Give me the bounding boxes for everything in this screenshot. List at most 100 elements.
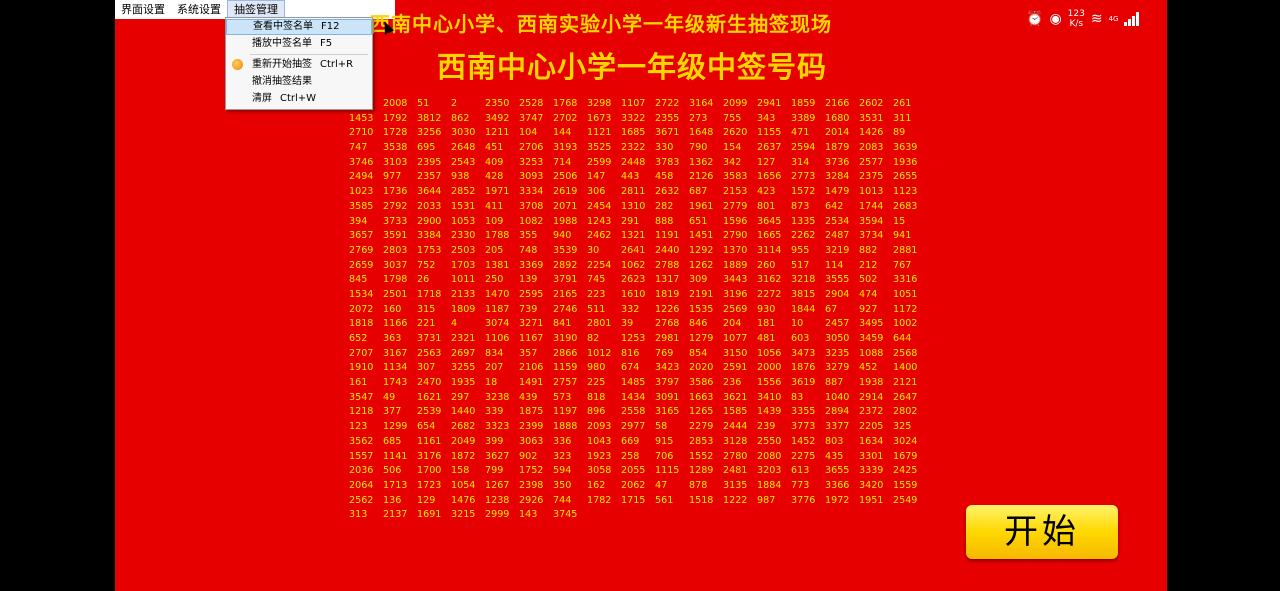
winning-number: 846 (689, 318, 708, 330)
winning-number: 3063 (519, 435, 544, 447)
winning-number: 3193 (553, 142, 578, 154)
winning-number: 3708 (519, 200, 544, 212)
menu-interface-settings[interactable]: 界面设置 (115, 0, 171, 19)
winning-number: 1317 (655, 274, 680, 286)
winning-number: 573 (553, 391, 572, 403)
winning-number: 411 (485, 200, 504, 212)
winning-number: 1910 (349, 362, 374, 374)
start-button[interactable]: 开始 (966, 505, 1118, 559)
winning-number: 161 (349, 377, 368, 389)
winning-number: 3657 (349, 230, 374, 242)
winning-number: 1243 (587, 215, 612, 227)
winning-number: 1557 (349, 450, 374, 462)
network-type: 4G (1108, 15, 1119, 23)
winning-number: 471 (791, 127, 810, 139)
winning-number: 1012 (587, 347, 612, 359)
winning-number: 3322 (621, 112, 646, 124)
menu-item-play-winners[interactable]: 播放中签名单 F5 (226, 36, 372, 52)
winning-number: 1452 (791, 435, 816, 447)
winning-number: 3298 (587, 98, 612, 109)
winning-number: 3443 (723, 274, 748, 286)
winning-number: 3301 (859, 450, 884, 462)
winning-number: 330 (655, 142, 674, 154)
winning-number: 1292 (689, 244, 714, 256)
winning-number: 1491 (519, 377, 544, 389)
winning-number: 2746 (553, 303, 578, 315)
winning-number: 409 (485, 156, 504, 168)
winning-number: 1634 (859, 435, 884, 447)
winning-number: 517 (791, 259, 810, 271)
winning-number: 1691 (417, 509, 442, 521)
winning-number: 3196 (723, 288, 748, 300)
winning-number: 1013 (859, 186, 884, 198)
menu-item-restart-draw[interactable]: 重新开始抽签 Ctrl+R (226, 57, 372, 73)
refresh-icon (232, 59, 243, 70)
winning-number: 2375 (859, 171, 884, 183)
winning-number: 1218 (349, 406, 374, 418)
winning-number: 323 (553, 450, 572, 462)
winning-number: 3671 (655, 127, 680, 139)
winning-number: 2093 (587, 421, 612, 433)
winning-number: 773 (791, 479, 810, 491)
winning-number: 2702 (553, 112, 578, 124)
winning-number: 452 (859, 362, 878, 374)
winning-number: 1040 (825, 391, 850, 403)
winning-number: 2892 (553, 259, 578, 271)
winning-number: 2773 (791, 171, 816, 183)
winning-number: 2659 (349, 259, 374, 271)
winning-number: 1723 (417, 479, 442, 491)
winning-number: 1238 (485, 494, 510, 506)
winning-number: 2008 (383, 98, 408, 109)
winning-number: 651 (689, 215, 708, 227)
winning-number: 2528 (519, 98, 544, 109)
winning-number: 3235 (825, 347, 850, 359)
winning-number: 603 (791, 333, 810, 344)
winning-number: 1476 (451, 494, 476, 506)
winning-number: 955 (791, 244, 810, 256)
winning-number: 2372 (859, 406, 884, 418)
winning-number: 3366 (825, 479, 850, 491)
winning-number: 987 (757, 494, 776, 506)
winning-number: 1335 (791, 215, 816, 227)
winning-number: 2549 (893, 494, 918, 506)
winning-number: 309 (689, 274, 708, 286)
winning-number: 687 (689, 186, 708, 198)
menu-system-settings[interactable]: 系统设置 (171, 0, 227, 19)
winning-number: 1289 (689, 465, 714, 477)
menu-item-undo-result[interactable]: 撤消抽签结果 (226, 74, 372, 90)
menu-item-view-winners[interactable]: 查看中签名单 F12 (226, 19, 372, 35)
winning-number: 1715 (621, 494, 646, 506)
winning-number: 2594 (791, 142, 816, 154)
winning-number: 1155 (757, 127, 782, 139)
winning-number: 2494 (349, 171, 374, 183)
winning-number: 2881 (893, 244, 918, 256)
winning-number: 1819 (655, 288, 680, 300)
winning-number: 767 (893, 259, 912, 271)
winning-number: 2683 (893, 200, 918, 212)
winning-number: 3058 (587, 465, 612, 477)
winning-number: 2036 (349, 465, 374, 477)
winning-number: 714 (553, 156, 572, 168)
winning-number: 3539 (553, 244, 578, 256)
winning-number: 644 (893, 333, 912, 344)
winning-number: 127 (757, 156, 776, 168)
winning-number: 896 (587, 406, 606, 418)
winning-number: 2768 (655, 318, 680, 330)
winning-number: 854 (689, 347, 708, 359)
menu-item-clear-screen[interactable]: 清屏 Ctrl+W (226, 91, 372, 107)
winning-number: 938 (451, 171, 470, 183)
winning-number: 58 (655, 421, 668, 433)
winning-number: 3562 (349, 435, 374, 447)
winning-number: 3253 (519, 156, 544, 168)
winning-number: 1788 (485, 230, 510, 242)
winning-number: 3639 (893, 142, 918, 154)
winning-number: 3339 (859, 465, 884, 477)
winning-number: 260 (757, 259, 776, 271)
winning-number: 1531 (451, 200, 476, 212)
winning-number: 82 (587, 333, 600, 344)
winning-number: 2072 (349, 303, 374, 315)
winning-number: 147 (587, 171, 606, 183)
winning-number: 1077 (723, 333, 748, 344)
winning-number: 1267 (485, 479, 510, 491)
winning-number: 2757 (553, 377, 578, 389)
